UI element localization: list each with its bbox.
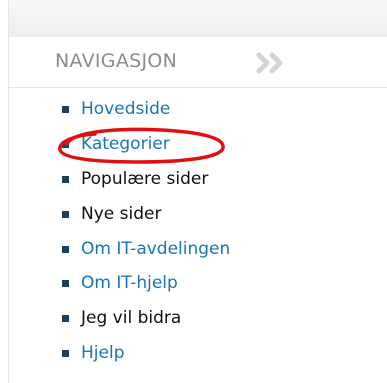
navigation-panel: NAVIGASJON Hovedside Kategorier Populære…: [8, 0, 387, 383]
nav-link-kategorier[interactable]: Kategorier: [81, 131, 170, 157]
nav-link-jeg-vil-bidra[interactable]: Jeg vil bidra: [81, 305, 181, 331]
nav-item-hovedside: Hovedside: [9, 96, 387, 122]
bullet-icon: [62, 315, 69, 322]
nav-item-om-it-avdelingen: Om IT-avdelingen: [9, 236, 387, 262]
double-chevron-right-icon: [256, 52, 283, 74]
bullet-icon: [62, 106, 69, 113]
nav-link-hjelp[interactable]: Hjelp: [81, 340, 124, 366]
nav-link-om-it-avdelingen[interactable]: Om IT-avdelingen: [81, 236, 230, 262]
bullet-icon: [62, 350, 69, 357]
panel-top-strip: [9, 0, 387, 38]
nav-link-nye-sider[interactable]: Nye sider: [81, 201, 161, 227]
bullet-icon: [62, 280, 69, 287]
navigation-heading: NAVIGASJON: [55, 50, 178, 72]
nav-item-kategorier: Kategorier: [9, 131, 387, 157]
nav-link-populaere-sider[interactable]: Populære sider: [81, 166, 208, 192]
nav-link-om-it-hjelp[interactable]: Om IT-hjelp: [81, 270, 178, 296]
nav-link-hovedside[interactable]: Hovedside: [81, 96, 170, 122]
navigation-header: NAVIGASJON: [9, 37, 387, 88]
nav-item-populaere-sider: Populære sider: [9, 166, 387, 192]
bullet-icon: [62, 176, 69, 183]
bullet-icon: [62, 246, 69, 253]
nav-item-hjelp: Hjelp: [9, 340, 387, 366]
nav-item-jeg-vil-bidra: Jeg vil bidra: [9, 305, 387, 331]
bullet-icon: [62, 141, 69, 148]
bullet-icon: [62, 211, 69, 218]
nav-item-om-it-hjelp: Om IT-hjelp: [9, 270, 387, 296]
nav-item-nye-sider: Nye sider: [9, 201, 387, 227]
